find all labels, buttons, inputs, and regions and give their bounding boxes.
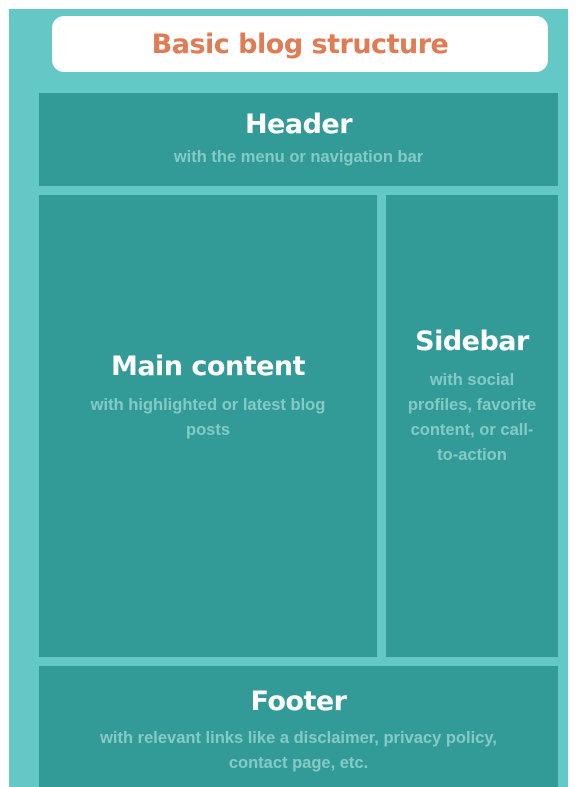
- footer-block: Footer with relevant links like a discla…: [39, 666, 558, 787]
- footer-block-description: with relevant links like a disclaimer, p…: [100, 729, 497, 773]
- blog-structure-frame: Basic blog structure Header with the men…: [9, 9, 568, 787]
- sidebar-block-title: Sidebar: [415, 325, 529, 357]
- header-block-description: with the menu or navigation bar: [173, 148, 424, 167]
- main-content-block-title: Main content: [110, 350, 306, 382]
- header-block-title: Header: [244, 108, 353, 140]
- sidebar-block-description: with social profiles, favorite content, …: [407, 371, 537, 465]
- diagram-canvas: Basic blog structure Header with the men…: [0, 0, 577, 787]
- main-content-block: Main content with highlighted or latest …: [39, 195, 377, 657]
- title-banner: Basic blog structure: [52, 16, 548, 72]
- sidebar-block: Sidebar with social profiles, favorite c…: [386, 195, 558, 657]
- main-content-block-description: with highlighted or latest blog posts: [90, 396, 326, 440]
- header-block: Header with the menu or navigation bar: [39, 93, 558, 186]
- footer-block-title: Footer: [250, 686, 347, 717]
- diagram-title: Basic blog structure: [151, 28, 449, 60]
